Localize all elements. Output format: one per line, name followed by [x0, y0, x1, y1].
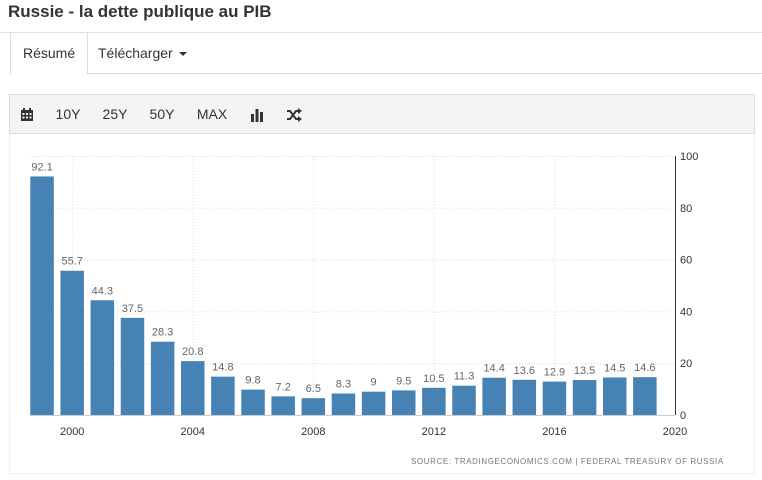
bar	[331, 393, 356, 415]
bar	[542, 381, 567, 415]
data-label: 28.3	[152, 327, 173, 339]
data-label: 10.5	[423, 373, 444, 385]
y-tick-label: 60	[680, 255, 692, 267]
chart-source: SOURCE: TRADINGECONOMICS.COM | FEDERAL T…	[411, 457, 724, 466]
data-label: 14.6	[634, 362, 655, 374]
data-label: 11.3	[454, 371, 475, 383]
data-label: 92.1	[31, 161, 52, 173]
y-tick-label: 80	[680, 203, 692, 215]
data-label: 6.5	[306, 383, 321, 395]
y-tick-label: 0	[680, 410, 686, 422]
data-label: 14.4	[483, 363, 504, 375]
data-label: 44.3	[92, 285, 113, 297]
bar	[452, 385, 476, 415]
bar	[633, 377, 657, 415]
data-label: 12.9	[544, 367, 565, 379]
x-tick-label: 2016	[542, 426, 566, 438]
bar	[211, 376, 235, 415]
data-label: 37.5	[122, 303, 143, 315]
bar	[422, 387, 446, 415]
bar	[602, 377, 627, 415]
data-label: 9.8	[245, 375, 260, 387]
data-label: 55.7	[61, 256, 82, 268]
bar	[60, 270, 84, 415]
bar	[512, 379, 537, 415]
data-label: 8.3	[336, 379, 351, 391]
debt-bar-chart: 92.1 55.7 44.3 37.5 28.3 20.8 14.8 9.8 7.2 6.5 8.3…	[30, 151, 698, 438]
y-tick-label: 20	[680, 358, 692, 370]
data-label: 9.5	[396, 375, 411, 387]
bar	[241, 389, 265, 415]
x-tick-label: 2004	[181, 426, 205, 438]
data-label: 20.8	[182, 346, 203, 358]
bar	[30, 176, 54, 415]
data-label: 9	[371, 377, 377, 389]
data-label: 13.6	[514, 365, 535, 377]
x-tick-label: 2000	[60, 426, 84, 438]
y-tick-label: 100	[680, 151, 698, 163]
x-tick-label: 2020	[663, 426, 687, 438]
bar	[90, 300, 115, 415]
bar	[181, 361, 205, 415]
bar	[572, 380, 597, 415]
bar	[482, 377, 506, 415]
data-label: 14.5	[604, 362, 625, 374]
x-tick-label: 2008	[301, 426, 325, 438]
bar	[271, 396, 295, 415]
bar	[150, 341, 175, 415]
data-label: 7.2	[276, 381, 291, 393]
y-tick-label: 40	[680, 306, 692, 318]
data-label: 14.8	[212, 362, 233, 374]
data-label: 13.5	[574, 365, 595, 377]
bar	[361, 391, 386, 415]
bar	[391, 390, 416, 415]
bar	[120, 317, 145, 415]
bar	[301, 398, 326, 415]
x-tick-label: 2012	[422, 426, 446, 438]
